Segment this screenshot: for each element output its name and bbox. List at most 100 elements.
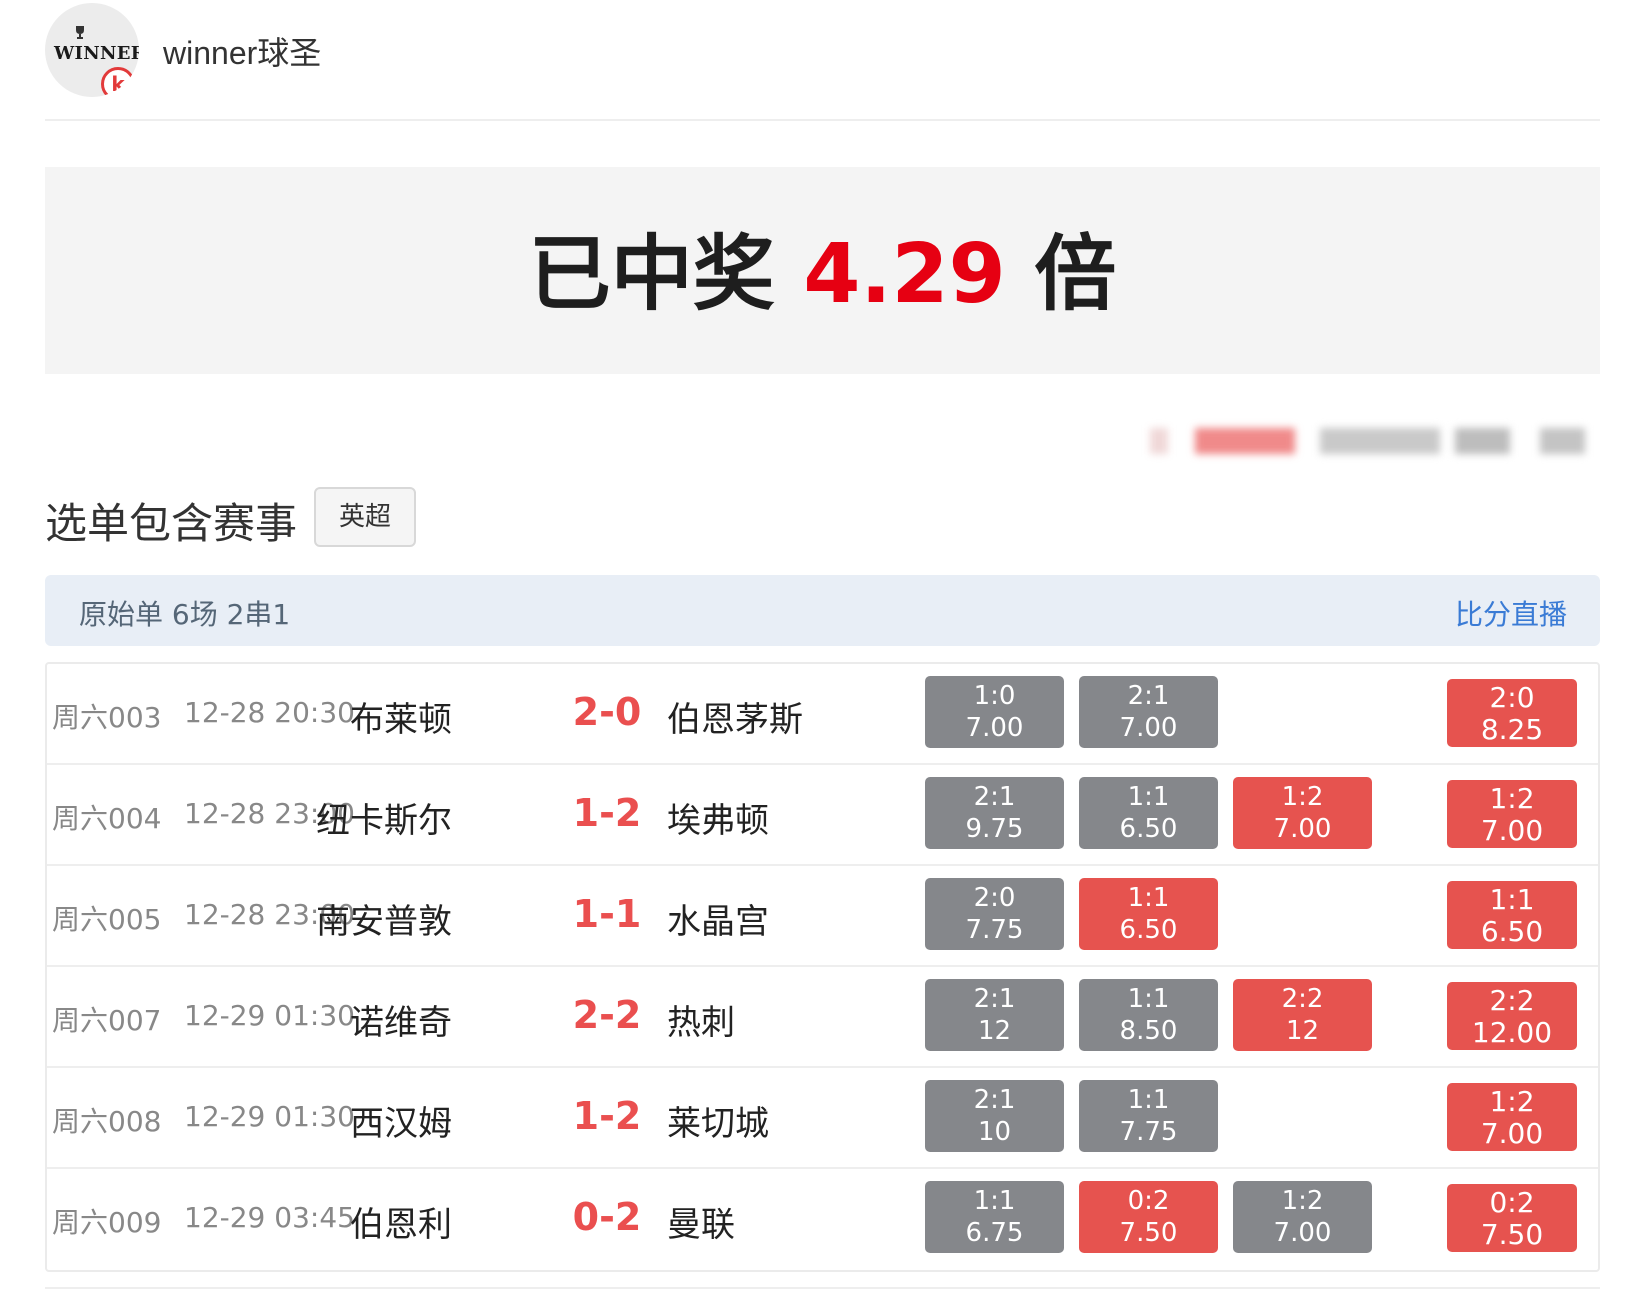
page-header: WINNER k winner球圣 (45, 0, 1600, 121)
pick-hit[interactable]: 1:2 7.00 (1233, 777, 1372, 849)
home-team: 南安普敦 (316, 902, 452, 942)
match-code: 周六005 (52, 903, 162, 936)
divider (45, 1287, 1600, 1289)
logo-badge-icon: k (101, 67, 135, 97)
pick-option[interactable]: 1:2 7.00 (1233, 1181, 1372, 1253)
result-odds: 12.00 (1471, 1016, 1553, 1049)
pick-odds: 12 (977, 1016, 1012, 1046)
pick-odds: 12 (1285, 1016, 1320, 1046)
result-score: 0:2 (1489, 1186, 1535, 1219)
match-score: 0-2 (572, 1195, 642, 1239)
blurred-info (1150, 420, 1610, 460)
pick-option[interactable]: 1:1 8.50 (1079, 979, 1218, 1051)
result-odds: 8.25 (1480, 713, 1544, 746)
match-score: 2-2 (572, 993, 642, 1037)
match-row[interactable]: 周六003 12-28 20:30 布莱顿 2-0 伯恩茅斯 1:0 7.00 2:1 7.00… (47, 664, 1598, 765)
away-team: 伯恩茅斯 (667, 700, 803, 740)
pick-score: 2:1 (973, 1085, 1016, 1115)
live-score-link[interactable]: 比分直播 (1455, 593, 1567, 633)
order-bar: 原始单 6场 2串1 比分直播 (45, 575, 1600, 646)
pick-score: 1:1 (1127, 782, 1170, 812)
home-team: 西汉姆 (350, 1104, 452, 1144)
win-suffix: 倍 (1034, 227, 1117, 322)
match-time: 12-29 01:30 (184, 999, 355, 1032)
result-badge: 1:1 6.50 (1447, 881, 1577, 949)
result-score: 1:2 (1489, 782, 1535, 815)
pick-score: 1:1 (1127, 1085, 1170, 1115)
matches-table: 周六003 12-28 20:30 布莱顿 2-0 伯恩茅斯 1:0 7.00 2:1 7.00… (45, 662, 1600, 1272)
pick-odds: 6.75 (965, 1218, 1024, 1248)
pick-odds: 9.75 (965, 814, 1024, 844)
pick-option[interactable]: 2:0 7.75 (925, 878, 1064, 950)
result-odds: 7.00 (1480, 1117, 1544, 1150)
match-row[interactable]: 周六008 12-29 01:30 西汉姆 1-2 莱切城 2:1 10 1:1 7.75 1:2… (47, 1068, 1598, 1169)
match-row[interactable]: 周六004 12-28 23:00 纽卡斯尔 1-2 埃弗顿 2:1 9.75 1:1 6.50… (47, 765, 1598, 866)
home-team: 布莱顿 (350, 700, 452, 740)
pick-odds: 7.75 (965, 915, 1024, 945)
pick-score: 1:1 (973, 1186, 1016, 1216)
pick-score: 2:0 (973, 883, 1016, 913)
pick-odds: 7.00 (1273, 814, 1332, 844)
pick-hit[interactable]: 1:1 6.50 (1079, 878, 1218, 950)
result-score: 2:0 (1489, 681, 1535, 714)
pick-score: 2:1 (973, 984, 1016, 1014)
pick-score: 1:1 (1127, 883, 1170, 913)
pick-odds: 6.50 (1119, 814, 1178, 844)
home-team: 诺维奇 (350, 1003, 452, 1043)
away-team: 热刺 (667, 1003, 735, 1043)
win-prefix: 已中奖 (528, 227, 775, 322)
result-odds: 6.50 (1480, 915, 1544, 948)
away-team: 莱切城 (667, 1104, 769, 1144)
result-badge: 2:0 8.25 (1447, 679, 1577, 747)
pick-score: 1:2 (1281, 782, 1324, 812)
result-odds: 7.00 (1480, 814, 1544, 847)
away-team: 埃弗顿 (667, 801, 769, 841)
result-badge: 1:2 7.00 (1447, 780, 1577, 848)
match-row[interactable]: 周六005 12-28 23:00 南安普敦 1-1 水晶宫 2:0 7.75 1:1 6.50… (47, 866, 1598, 967)
pick-score: 2:2 (1281, 984, 1324, 1014)
win-banner: 已中奖 4.29 倍 (45, 167, 1600, 374)
pick-option[interactable]: 1:1 7.75 (1079, 1080, 1218, 1152)
match-code: 周六004 (52, 802, 162, 835)
pick-option[interactable]: 2:1 12 (925, 979, 1064, 1051)
order-info: 原始单 6场 2串1 (79, 598, 291, 631)
result-badge: 2:2 12.00 (1447, 982, 1577, 1050)
pick-hit[interactable]: 2:2 12 (1233, 979, 1372, 1051)
pick-odds: 7.00 (965, 713, 1024, 743)
pick-option[interactable]: 1:1 6.75 (925, 1181, 1064, 1253)
pick-odds: 8.50 (1119, 1016, 1178, 1046)
pick-option[interactable]: 1:0 7.00 (925, 676, 1064, 748)
result-score: 2:2 (1489, 984, 1535, 1017)
pick-hit[interactable]: 0:2 7.50 (1079, 1181, 1218, 1253)
result-badge: 0:2 7.50 (1447, 1184, 1577, 1252)
result-score: 1:2 (1489, 1085, 1535, 1118)
result-odds: 7.50 (1480, 1218, 1544, 1251)
account-name[interactable]: winner球圣 (163, 28, 321, 74)
pick-score: 1:1 (1127, 984, 1170, 1014)
match-code: 周六003 (52, 701, 162, 734)
match-score: 1-2 (572, 791, 642, 835)
match-code: 周六008 (52, 1105, 162, 1138)
match-row[interactable]: 周六009 12-29 03:45 伯恩利 0-2 曼联 1:1 6.75 0:2 7.50 1:… (47, 1169, 1598, 1270)
away-team: 曼联 (667, 1205, 735, 1245)
pick-option[interactable]: 1:1 6.50 (1079, 777, 1218, 849)
pick-score: 0:2 (1127, 1186, 1170, 1216)
pick-option[interactable]: 2:1 9.75 (925, 777, 1064, 849)
section-title: 选单包含赛事 (45, 499, 298, 548)
pick-odds: 7.50 (1119, 1218, 1178, 1248)
pick-score: 1:2 (1281, 1186, 1324, 1216)
match-time: 12-28 20:30 (184, 696, 355, 729)
match-code: 周六007 (52, 1004, 162, 1037)
pick-option[interactable]: 2:1 10 (925, 1080, 1064, 1152)
pick-option[interactable]: 2:1 7.00 (1079, 676, 1218, 748)
home-team: 伯恩利 (350, 1205, 452, 1245)
result-score: 1:1 (1489, 883, 1535, 916)
match-row[interactable]: 周六007 12-29 01:30 诺维奇 2-2 热刺 2:1 12 1:1 8.50 2:2 1… (47, 967, 1598, 1068)
avatar[interactable]: WINNER k (45, 3, 139, 97)
pick-score: 2:1 (1127, 681, 1170, 711)
league-tag[interactable]: 英超 (314, 487, 416, 547)
match-score: 1-2 (572, 1094, 642, 1138)
win-summary: 已中奖 4.29 倍 (45, 227, 1600, 323)
match-score: 2-0 (572, 690, 642, 734)
match-time: 12-29 01:30 (184, 1100, 355, 1133)
